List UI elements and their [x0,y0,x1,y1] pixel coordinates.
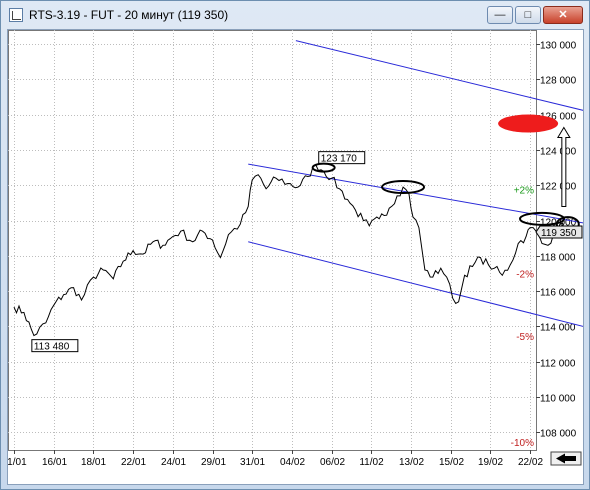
price-chart[interactable]: 130 000128 000126 000124 000122 000120 0… [8,30,583,484]
low-price-label: 113 480 [34,342,70,353]
y-tick-label: 130 000 [540,41,577,52]
chart-window: RTS-3.19 - FUT - 20 минут (119 350) — □ … [0,0,590,490]
x-tick-label: 22/01 [121,457,146,468]
chart-app-icon[interactable] [9,8,23,22]
x-tick-label: 06/02 [320,457,345,468]
x-tick-label: 11/01 [8,457,27,468]
percent-label: -5% [516,332,534,343]
y-tick-label: 108 000 [540,429,577,440]
close-button[interactable]: ✕ [543,6,583,24]
target-arrow [556,126,571,207]
y-tick-label: 112 000 [540,359,576,370]
target-ellipse [498,114,559,133]
x-tick-label: 24/01 [161,457,186,468]
percent-label: -2% [516,269,534,280]
y-tick-label: 118 000 [540,253,576,264]
title-bar[interactable]: RTS-3.19 - FUT - 20 минут (119 350) — □ … [1,1,589,29]
x-tick-label: 31/01 [240,457,265,468]
window-title: RTS-3.19 - FUT - 20 минут (119 350) [29,8,229,22]
x-tick-label: 16/01 [42,457,67,468]
x-tick-label: 22/02 [518,457,543,468]
y-tick-label: 122 000 [540,182,577,193]
plot-frame [8,30,537,451]
minimize-button[interactable]: — [487,6,513,24]
x-tick-label: 04/02 [280,457,305,468]
maximize-button[interactable]: □ [515,6,541,24]
x-tick-label: 19/02 [478,457,503,468]
y-tick-label: 128 000 [540,76,577,87]
x-tick-label: 18/01 [81,457,106,468]
chart-area[interactable]: 130 000 128 000 126 000 124 000 122 000 120 0… [7,29,584,485]
y-tick-label: 116 000 [540,288,576,299]
y-tick-label: 114 000 [540,323,576,334]
x-tick-label: 11/02 [359,457,384,468]
x-tick-label: 13/02 [399,457,424,468]
x-tick-label: 15/02 [439,457,464,468]
x-tick-label: 29/01 [201,457,226,468]
percent-label: +2% [514,186,534,197]
y-tick-label: 110 000 [540,394,576,405]
y-tick-label: 124 000 [540,147,577,158]
last-price-label: 119 350 [541,228,577,239]
percent-label: -10% [511,438,534,449]
